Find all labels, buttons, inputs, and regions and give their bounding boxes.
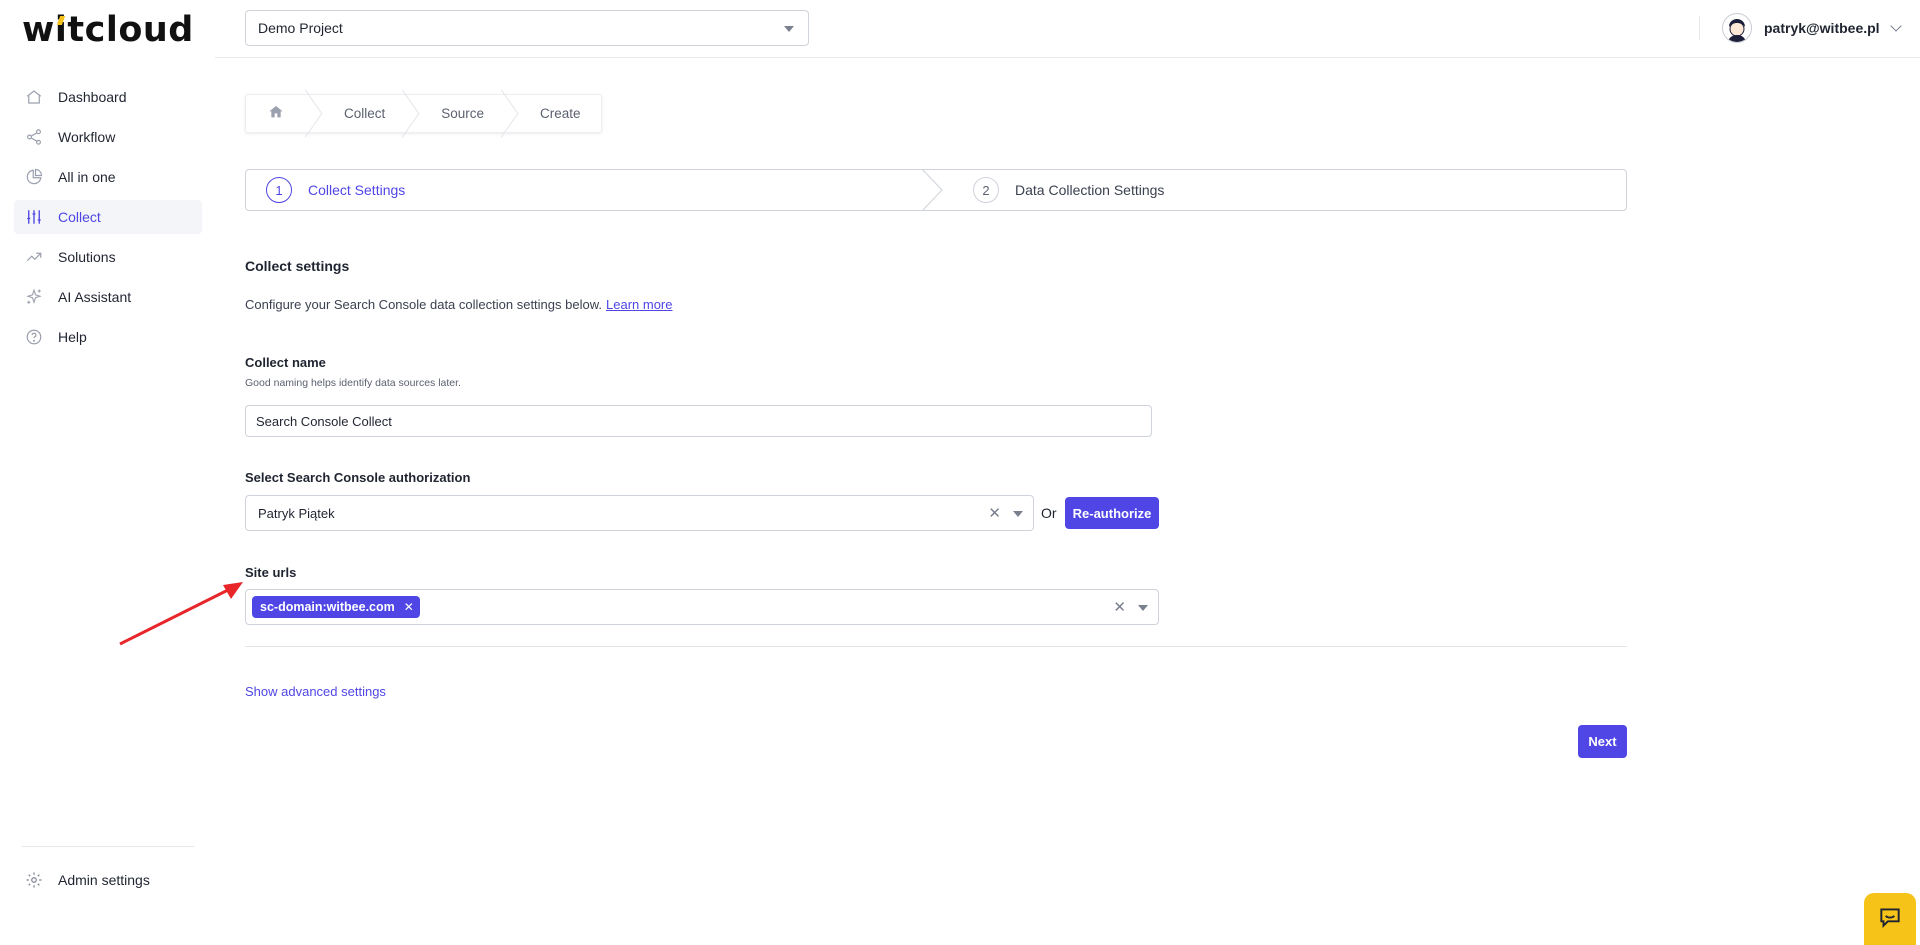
section-title: Collect settings: [245, 258, 350, 274]
site-url-tag-label: sc-domain:witbee.com: [260, 600, 395, 614]
sidebar-item-label: AI Assistant: [58, 289, 132, 305]
step-label: Collect Settings: [308, 182, 406, 198]
authorization-select[interactable]: Patryk Piątek ✕: [245, 495, 1034, 531]
pie-chart-icon: [24, 167, 44, 187]
collect-name-input[interactable]: [245, 405, 1152, 437]
logo-text-end: tcloud: [67, 10, 194, 50]
header-separator: [1699, 16, 1700, 40]
breadcrumb-home[interactable]: [246, 95, 308, 132]
sidebar-item-help[interactable]: Help: [14, 320, 202, 354]
sliders-icon: [24, 207, 44, 227]
step-data-collection-settings[interactable]: 2 Data Collection Settings: [935, 170, 1624, 210]
annotation-arrow: [119, 582, 243, 646]
home-icon: [268, 104, 284, 123]
sidebar-item-solutions[interactable]: Solutions: [14, 240, 202, 274]
step-label: Data Collection Settings: [1015, 182, 1165, 198]
sidebar-divider: [22, 846, 194, 847]
sidebar: w i tcloud Dashboard Workflow All in one C…: [0, 0, 215, 945]
breadcrumb-collect[interactable]: Collect: [308, 95, 405, 132]
authorization-label: Select Search Console authorization: [245, 470, 471, 485]
sidebar-item-workflow[interactable]: Workflow: [14, 120, 202, 154]
top-header: Demo Project patryk@witbee.pl: [215, 0, 1920, 58]
chat-icon: [1877, 904, 1903, 935]
admin-settings-label: Admin settings: [58, 872, 150, 888]
caret-down-icon: [784, 26, 794, 32]
chevron-down-icon: [1889, 20, 1902, 32]
logo-text-i: i: [54, 10, 68, 50]
collect-name-label: Collect name: [245, 355, 326, 370]
caret-down-icon[interactable]: [1013, 511, 1023, 517]
sidebar-item-dashboard[interactable]: Dashboard: [14, 80, 202, 114]
witcloud-logo[interactable]: w i tcloud: [22, 8, 194, 52]
share-icon: [24, 127, 44, 147]
step-collect-settings[interactable]: 1 Collect Settings: [246, 169, 943, 211]
logo-text-start: w: [22, 10, 55, 50]
project-select-value: Demo Project: [258, 20, 343, 36]
site-urls-label: Site urls: [245, 565, 297, 580]
next-button[interactable]: Next: [1578, 725, 1627, 758]
user-menu[interactable]: patryk@witbee.pl: [1722, 13, 1902, 43]
authorization-select-value: Patryk Piątek: [258, 505, 335, 521]
project-select[interactable]: Demo Project: [245, 10, 809, 46]
sidebar-item-label: Help: [58, 329, 87, 345]
site-url-tag: sc-domain:witbee.com ✕: [252, 596, 420, 618]
breadcrumb-create: Create: [540, 106, 581, 121]
sidebar-item-label: Collect: [58, 209, 101, 225]
home-icon: [24, 87, 44, 107]
section-description-text: Configure your Search Console data colle…: [245, 297, 602, 312]
trending-up-icon: [24, 247, 44, 267]
chat-widget-button[interactable]: [1864, 893, 1916, 945]
breadcrumb-source[interactable]: Source: [405, 95, 504, 132]
clear-icon[interactable]: ✕: [1113, 600, 1126, 615]
sidebar-item-label: All in one: [58, 169, 116, 185]
clear-icon[interactable]: ✕: [988, 506, 1001, 521]
form-divider: [245, 646, 1627, 647]
section-description: Configure your Search Console data colle…: [245, 297, 672, 312]
or-text: Or: [1041, 505, 1057, 521]
collect-name-hint: Good naming helps identify data sources …: [245, 377, 461, 389]
user-email: patryk@witbee.pl: [1764, 20, 1880, 36]
stepper: 1 Collect Settings 2 Data Collection Set…: [245, 169, 1627, 211]
gear-icon: [24, 870, 44, 890]
sidebar-item-label: Solutions: [58, 249, 116, 265]
learn-more-link[interactable]: Learn more: [606, 297, 672, 312]
admin-settings-link[interactable]: Admin settings: [24, 870, 150, 890]
caret-down-icon[interactable]: [1138, 605, 1148, 611]
sparkles-icon: [24, 287, 44, 307]
question-circle-icon: [24, 327, 44, 347]
sidebar-item-all-in-one[interactable]: All in one: [14, 160, 202, 194]
avatar: [1722, 13, 1752, 43]
step-number: 1: [266, 177, 292, 203]
sidebar-nav: Dashboard Workflow All in one Collect So…: [14, 80, 202, 360]
site-urls-select[interactable]: sc-domain:witbee.com ✕ ✕: [245, 589, 1159, 625]
sidebar-item-ai-assistant[interactable]: AI Assistant: [14, 280, 202, 314]
step-number: 2: [973, 177, 999, 203]
breadcrumb: Collect Source Create: [245, 94, 602, 133]
sidebar-item-label: Dashboard: [58, 89, 127, 105]
remove-tag-icon[interactable]: ✕: [404, 600, 414, 614]
sidebar-item-collect[interactable]: Collect: [14, 200, 202, 234]
show-advanced-settings-link[interactable]: Show advanced settings: [245, 684, 386, 699]
reauthorize-button[interactable]: Re-authorize: [1065, 497, 1159, 529]
sidebar-item-label: Workflow: [58, 129, 116, 145]
